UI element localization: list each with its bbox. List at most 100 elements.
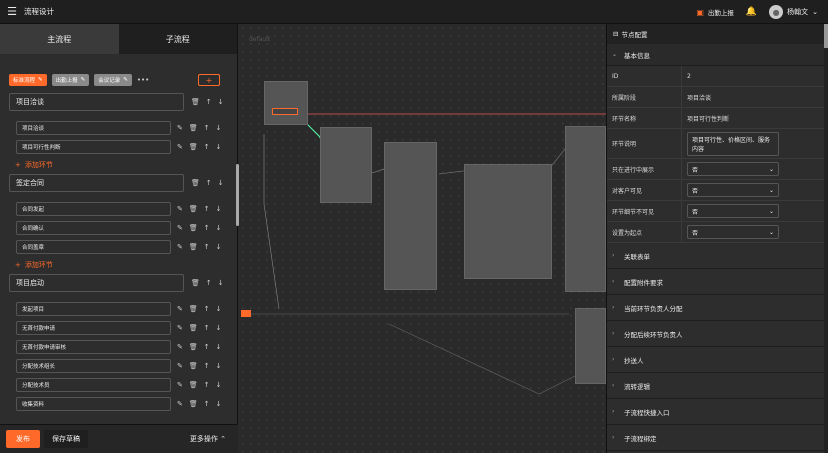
flow-group[interactable]	[320, 127, 372, 203]
bell-icon[interactable]: 🔔	[746, 7, 757, 17]
delete-icon[interactable]: 🗑	[189, 400, 198, 408]
edit-icon[interactable]: ✎	[177, 305, 183, 313]
delete-icon[interactable]: 🗑	[189, 143, 198, 151]
description-textarea[interactable]: 项目可行性、价格区间、服务内容	[687, 131, 779, 156]
arrow-down-icon[interactable]: ↓	[216, 143, 222, 151]
arrow-down-icon[interactable]: ↓	[216, 324, 222, 332]
ongoing-select[interactable]: 否 ⌄	[687, 162, 779, 176]
step-name-input[interactable]: 项目洽谈	[16, 120, 171, 135]
arrow-up-icon[interactable]: ↑	[204, 362, 210, 370]
add-step-button[interactable]: + 添加环节	[15, 256, 234, 273]
arrow-down-icon[interactable]: ↓	[216, 381, 222, 389]
delete-icon[interactable]: 🗑	[189, 324, 198, 332]
arrow-down-icon[interactable]: ↓	[216, 400, 222, 408]
arrow-down-icon[interactable]: ↓	[216, 305, 222, 313]
arrow-up-icon[interactable]: ↑	[204, 381, 210, 389]
edit-icon[interactable]: ✎	[177, 143, 183, 151]
arrow-up-icon[interactable]: ↑	[206, 279, 212, 287]
arrow-down-icon[interactable]: ↓	[218, 179, 224, 187]
save-draft-button[interactable]: 保存草稿	[44, 430, 88, 448]
edit-icon[interactable]: ✎	[177, 400, 183, 408]
edit-icon[interactable]: ✎	[177, 243, 183, 251]
flow-group[interactable]	[264, 81, 308, 125]
step-name-input[interactable]: 分配技术组长	[16, 358, 171, 373]
flow-group[interactable]	[565, 126, 606, 292]
edit-icon[interactable]: ✎	[177, 224, 183, 232]
delete-icon[interactable]: 🗑	[189, 305, 198, 313]
section-basic-info[interactable]: ⌄ 基本信息	[607, 44, 828, 66]
flow-canvas[interactable]: default	[239, 24, 606, 453]
arrow-up-icon[interactable]: ↑	[204, 400, 210, 408]
arrow-up-icon[interactable]: ↑	[204, 205, 210, 213]
collapsed-section[interactable]: › 子流程快捷入口	[607, 399, 828, 425]
publish-button[interactable]: 发布	[6, 430, 40, 448]
step-name-input[interactable]: 项目可行性判断	[16, 139, 171, 154]
tab-main-flow[interactable]: 主流程	[0, 24, 119, 54]
delete-icon[interactable]: 🗑	[189, 381, 198, 389]
flow-group[interactable]	[384, 142, 437, 290]
flow-group[interactable]	[575, 308, 606, 384]
edit-icon[interactable]: ✎	[177, 362, 183, 370]
stage-name-input[interactable]: 签定合同	[9, 174, 184, 192]
arrow-down-icon[interactable]: ↓	[218, 98, 224, 106]
collapsed-section[interactable]: › 流转逻辑	[607, 373, 828, 399]
arrow-down-icon[interactable]: ↓	[216, 205, 222, 213]
delete-icon[interactable]: 🗑	[189, 362, 198, 370]
arrow-down-icon[interactable]: ↓	[216, 343, 222, 351]
arrow-up-icon[interactable]: ↑	[204, 305, 210, 313]
stage-name-input[interactable]: 项目洽谈	[9, 93, 184, 111]
add-step-button[interactable]: + 添加环节	[15, 156, 234, 173]
edit-icon[interactable]: ✎	[177, 381, 183, 389]
stage-name-input[interactable]: 项目启动	[9, 274, 184, 292]
client-visible-select[interactable]: 否 ⌄	[687, 183, 779, 197]
flow-tag[interactable]	[241, 310, 251, 317]
arrow-up-icon[interactable]: ↑	[204, 243, 210, 251]
collapsed-section[interactable]: › 抄送人	[607, 347, 828, 373]
arrow-up-icon[interactable]: ↑	[206, 98, 212, 106]
collapsed-section[interactable]: › 分配后续环节负责人	[607, 321, 828, 347]
more-actions-button[interactable]: 更多操作 ⌃	[190, 434, 226, 444]
menu-icon[interactable]: ☰	[0, 0, 24, 24]
collapsed-section[interactable]: › 子流程绑定	[607, 425, 828, 451]
right-scrollbar[interactable]	[824, 24, 828, 453]
delete-icon[interactable]: 🗑	[191, 279, 200, 287]
collapsed-section[interactable]: › 当前环节负责人分配	[607, 295, 828, 321]
arrow-down-icon[interactable]: ↓	[216, 243, 222, 251]
step-name-input[interactable]: 合同盖章	[16, 239, 171, 254]
arrow-up-icon[interactable]: ↑	[204, 124, 210, 132]
arrow-down-icon[interactable]: ↓	[216, 362, 222, 370]
more-icon[interactable]: •••	[137, 76, 149, 84]
step-name-input[interactable]: 发起项目	[16, 301, 171, 316]
edit-icon[interactable]: ✎	[177, 324, 183, 332]
arrow-up-icon[interactable]: ↑	[204, 343, 210, 351]
add-flow-button[interactable]: +	[198, 74, 220, 86]
edit-icon[interactable]: ✎	[177, 343, 183, 351]
step-name-input[interactable]: 合同发起	[16, 201, 171, 216]
arrow-up-icon[interactable]: ↑	[204, 224, 210, 232]
delete-icon[interactable]: 🗑	[191, 98, 200, 106]
delete-icon[interactable]: 🗑	[189, 205, 198, 213]
collapsed-section[interactable]: › 配置附件要求	[607, 269, 828, 295]
chip-meeting[interactable]: 会议记录 ✎	[94, 74, 132, 86]
delete-icon[interactable]: 🗑	[189, 343, 198, 351]
step-name-input[interactable]: 无首付款申请	[16, 320, 171, 335]
arrow-up-icon[interactable]: ↑	[204, 324, 210, 332]
step-name-input[interactable]: 收集资料	[16, 396, 171, 411]
step-name-input[interactable]: 无首付款申请审核	[16, 339, 171, 354]
start-point-select[interactable]: 否 ⌄	[687, 225, 779, 239]
delete-icon[interactable]: 🗑	[191, 179, 200, 187]
edit-icon[interactable]: ✎	[177, 124, 183, 132]
step-name-input[interactable]: 分配技术员	[16, 377, 171, 392]
user-menu[interactable]: ● 杨翰文 ⌄	[769, 5, 818, 19]
arrow-down-icon[interactable]: ↓	[216, 224, 222, 232]
chip-attendance[interactable]: 出勤上报 ✎	[51, 74, 90, 86]
chip-standard-flow[interactable]: 标准流程 ✎	[9, 74, 47, 86]
delete-icon[interactable]: 🗑	[189, 224, 198, 232]
tab-sub-flow[interactable]: 子流程	[118, 24, 237, 54]
arrow-up-icon[interactable]: ↑	[204, 143, 210, 151]
flow-group[interactable]	[464, 164, 552, 279]
arrow-up-icon[interactable]: ↑	[206, 179, 212, 187]
delete-icon[interactable]: 🗑	[189, 124, 198, 132]
step-name-input[interactable]: 合同确认	[16, 220, 171, 235]
arrow-down-icon[interactable]: ↓	[216, 124, 222, 132]
